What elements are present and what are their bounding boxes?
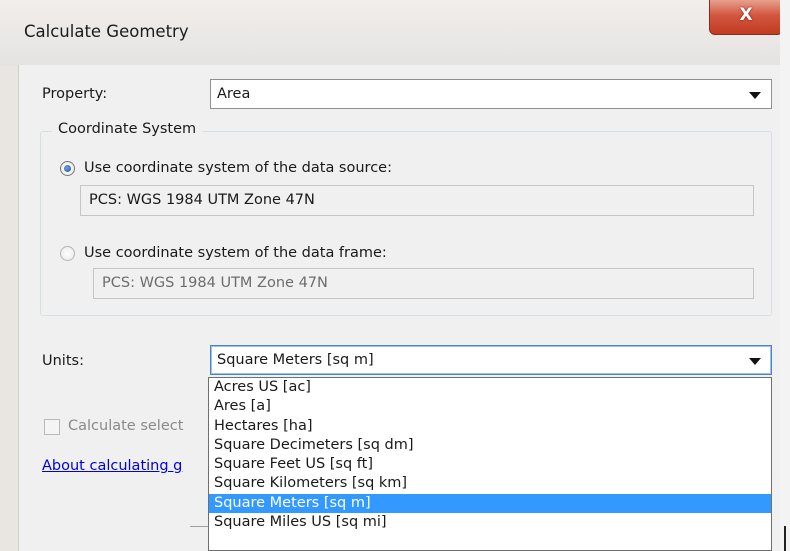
units-option[interactable]: Ares [a]	[209, 397, 771, 416]
coordinate-system-legend: Coordinate System	[52, 121, 203, 137]
data-frame-coordinate-value: PCS: WGS 1984 UTM Zone 47N	[102, 275, 328, 291]
calculate-geometry-dialog: Calculate Geometry X Property: Area Coor…	[0, 0, 790, 551]
units-option[interactable]: Acres US [ac]	[209, 378, 771, 397]
property-label: Property:	[42, 86, 108, 102]
data-frame-radio[interactable]	[60, 246, 75, 261]
data-frame-coordinate-field: PCS: WGS 1984 UTM Zone 47N	[93, 268, 754, 299]
divider	[784, 526, 786, 551]
data-source-coordinate-value: PCS: WGS 1984 UTM Zone 47N	[89, 192, 315, 208]
chevron-down-icon[interactable]	[749, 358, 761, 365]
window-title: Calculate Geometry	[24, 22, 189, 41]
units-option[interactable]: Square Kilometers [sq km]	[209, 474, 771, 493]
units-option[interactable]: Square Decimeters [sq dm]	[209, 436, 771, 455]
about-calculating-geometry-link[interactable]: About calculating g	[42, 458, 182, 474]
property-dropdown[interactable]: Area	[210, 79, 772, 109]
units-option[interactable]: Hectares [ha]	[209, 417, 771, 436]
data-frame-radio-label[interactable]: Use coordinate system of the data frame:	[84, 245, 387, 261]
data-source-radio[interactable]	[60, 161, 75, 176]
units-dropdown[interactable]: Square Meters [sq m]	[210, 345, 772, 375]
units-dropdown-list[interactable]: Acres US [ac] Ares [a] Hectares [ha] Square…	[208, 377, 772, 551]
property-value: Area	[217, 86, 251, 102]
units-value: Square Meters [sq m]	[217, 352, 374, 368]
calculate-selected-checkbox[interactable]	[44, 419, 60, 435]
units-option[interactable]: Square Miles US [sq mi]	[209, 513, 771, 532]
units-option[interactable]: Square Feet US [sq ft]	[209, 455, 771, 474]
close-button[interactable]: X	[709, 0, 783, 35]
units-option[interactable]: Square Meters [sq m]	[209, 493, 771, 514]
data-source-radio-label[interactable]: Use coordinate system of the data source…	[84, 160, 392, 176]
units-label: Units:	[42, 353, 84, 369]
data-source-coordinate-field: PCS: WGS 1984 UTM Zone 47N	[80, 185, 754, 216]
chevron-down-icon[interactable]	[749, 92, 761, 99]
calculate-selected-label: Calculate select	[68, 418, 184, 434]
close-icon: X	[739, 5, 753, 25]
title-bar[interactable]: Calculate Geometry X	[0, 0, 790, 66]
window-edge	[780, 0, 790, 551]
